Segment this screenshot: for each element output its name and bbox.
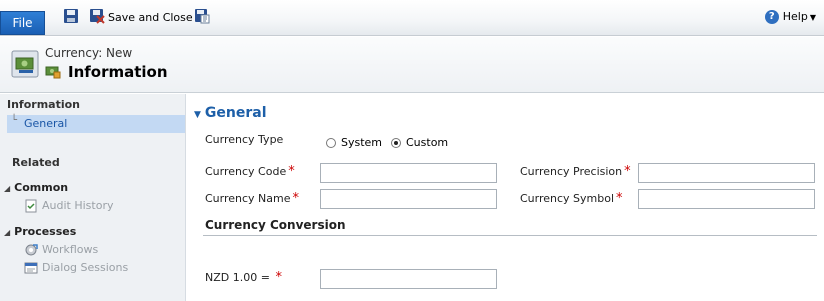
section-currency-conversion-header: Currency Conversion xyxy=(205,218,346,232)
record-header: Currency: New Information xyxy=(0,37,824,93)
help-icon: ? xyxy=(764,10,779,24)
currency-code-field[interactable] xyxy=(320,163,497,183)
collapse-triangle-icon: ▼ xyxy=(194,110,201,120)
chevron-down-icon: ▼ xyxy=(809,13,816,22)
nav-item-label: Dialog Sessions xyxy=(42,261,129,274)
save-and-close-icon[interactable] xyxy=(89,8,105,24)
currency-precision-label: Currency Precision * xyxy=(520,164,631,179)
required-marker: * xyxy=(275,270,282,285)
exchange-rate-field[interactable] xyxy=(320,269,497,289)
radio-label: System xyxy=(341,136,383,149)
section-divider xyxy=(203,235,817,236)
required-marker: * xyxy=(616,191,623,206)
currency-precision-field[interactable] xyxy=(638,163,815,183)
radio-label: Custom xyxy=(406,136,449,149)
radio-unchecked-icon xyxy=(326,138,336,148)
money-icon xyxy=(45,66,61,79)
field-label-text: Currency Precision xyxy=(520,165,623,178)
left-navigation: Information └ General Related ◢ Common Au… xyxy=(0,94,186,301)
required-marker: * xyxy=(292,191,300,206)
currency-code-label: Currency Code * xyxy=(205,164,295,179)
radio-custom[interactable]: Custom xyxy=(391,136,448,149)
currency-symbol-label: Currency Symbol * xyxy=(520,191,623,206)
tree-connector-icon: └ xyxy=(11,115,18,126)
field-label-text: Currency Symbol xyxy=(520,192,615,205)
field-label-text: Currency Code xyxy=(205,165,287,178)
nav-group-label: Processes xyxy=(14,225,77,238)
ribbon-toolbar: File Save and Close ? Help ▼ xyxy=(0,0,824,36)
nav-item-general[interactable]: └ General xyxy=(7,115,185,133)
nav-group-processes[interactable]: ◢ Processes xyxy=(4,225,76,238)
nav-section-related: Related xyxy=(12,156,60,169)
save-and-new-icon[interactable] xyxy=(194,8,210,24)
nav-item-audit-history[interactable]: Audit History xyxy=(24,199,113,213)
currency-type-label: Currency Type xyxy=(205,133,284,146)
field-label-text: Currency Name xyxy=(205,192,291,205)
help-menu[interactable]: ? Help ▼ xyxy=(764,10,816,24)
nav-item-label: Workflows xyxy=(42,243,99,256)
currency-name-field[interactable] xyxy=(320,189,497,209)
radio-system[interactable]: System xyxy=(326,136,382,149)
collapse-triangle-icon: ◢ xyxy=(4,228,11,237)
form-area: ▼ General Currency Type System Custom Cur… xyxy=(186,94,824,301)
nav-section-information: Information xyxy=(7,98,80,111)
nav-group-common[interactable]: ◢ Common xyxy=(4,181,68,194)
nav-item-dialog-sessions[interactable]: Dialog Sessions xyxy=(24,261,128,275)
page-title: Information xyxy=(68,63,168,81)
section-title: General xyxy=(204,105,267,121)
save-icon[interactable] xyxy=(63,8,79,24)
save-and-close-button[interactable]: Save and Close xyxy=(108,11,193,24)
radio-checked-icon xyxy=(391,138,401,148)
exchange-rate-label: NZD 1.00 = * xyxy=(205,270,282,285)
audit-history-icon xyxy=(25,199,37,213)
currency-entity-icon xyxy=(11,50,39,78)
dialog-sessions-icon xyxy=(24,262,38,274)
nav-group-label: Common xyxy=(14,181,69,194)
currency-symbol-field[interactable] xyxy=(638,189,815,209)
section-general-header[interactable]: ▼ General xyxy=(194,105,267,121)
field-label-text: NZD 1.00 = xyxy=(205,271,270,284)
collapse-triangle-icon: ◢ xyxy=(4,184,11,193)
required-marker: * xyxy=(624,164,631,179)
record-type-label: Currency: New xyxy=(45,46,133,60)
help-label: Help xyxy=(782,10,808,23)
nav-item-label: General xyxy=(24,117,68,130)
currency-name-label: Currency Name * xyxy=(205,191,299,206)
nav-item-workflows[interactable]: Workflows xyxy=(24,243,98,257)
required-marker: * xyxy=(288,164,295,179)
nav-item-label: Audit History xyxy=(42,199,114,212)
file-button[interactable]: File xyxy=(0,11,45,35)
workflows-icon xyxy=(25,244,38,256)
